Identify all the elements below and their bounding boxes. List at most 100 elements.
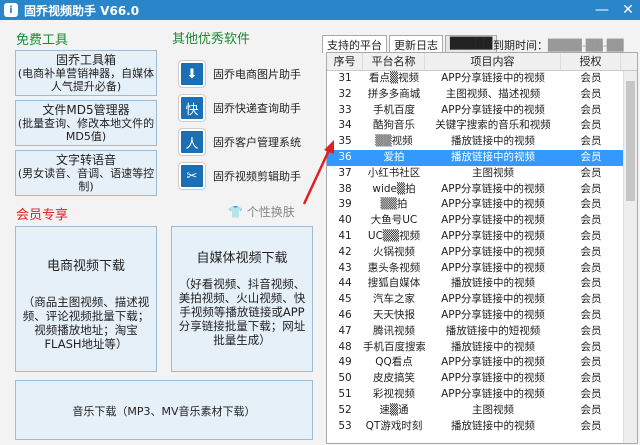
cell-content: 播放链接中的视频: [451, 135, 535, 148]
header-auth[interactable]: 授权: [561, 53, 621, 70]
cell-index: 48: [338, 340, 352, 353]
header-platform[interactable]: 平台名称: [363, 53, 425, 70]
window-title: 固乔视频助手 V66.0: [24, 3, 140, 18]
cell-platform: UC▒▒视频: [367, 229, 421, 242]
table-row[interactable]: 44 搜狐自媒体 播放链接中的视频 会员: [327, 276, 637, 292]
table-row[interactable]: 32 拼多多商城 主图视频、描述视频 会员: [327, 87, 637, 103]
table-row[interactable]: 46 天天快报 APP分享链接中的视频 会员: [327, 308, 637, 324]
crm-label: 固乔客户管理系统: [213, 136, 301, 149]
red-arrow-icon: [302, 140, 334, 205]
title-bar: i 固乔视频助手 V66.0 — ✕: [0, 0, 640, 20]
cell-index: 41: [338, 229, 352, 242]
vip-title: 会员专享: [16, 208, 69, 223]
cell-platform: 酷狗音乐: [373, 119, 415, 132]
cell-content: 主图视频、描述视频: [445, 87, 541, 100]
cell-auth: 会员: [580, 229, 602, 242]
express-helper-label: 固乔快递查询助手: [213, 102, 301, 115]
cell-content: APP分享链接中的视频: [441, 72, 545, 84]
table-row[interactable]: 50 皮皮搞笑 APP分享链接中的视频 会员: [327, 371, 637, 387]
table-row[interactable]: 35 ▒▒视频 播放链接中的视频 会员: [327, 134, 637, 150]
cell-platform: 皮皮搞笑: [373, 372, 415, 385]
cell-index: 53: [338, 419, 352, 432]
tab-platforms[interactable]: 支持的平台: [322, 35, 387, 53]
cell-content: 播放链接中的视频: [451, 150, 535, 163]
cell-content: 播放链接中的视频: [451, 419, 535, 432]
tts-desc: (男女读音、音调、语速等控制): [17, 166, 155, 193]
cell-content: 主图视频: [472, 403, 514, 416]
cell-content: APP分享链接中的视频: [441, 356, 545, 369]
crm-item[interactable]: 人 固乔客户管理系统: [171, 125, 308, 159]
cell-platform: 惠头条视频: [367, 261, 421, 274]
table-row[interactable]: 49 QQ看点 APP分享链接中的视频 会员: [327, 355, 637, 371]
cell-index: 51: [338, 387, 352, 400]
table-row[interactable]: 37 小红书社区 主图视频 会员: [327, 166, 637, 182]
table-row[interactable]: 47 腾讯视频 播放链接中的短视频 会员: [327, 324, 637, 340]
platform-table: 序号 平台名称 项目内容 授权 31 看点▒视频 APP分享链接中的视频 会员 32 拼多…: [326, 52, 638, 444]
cell-platform: 腾讯视频: [373, 324, 415, 337]
music-download-button[interactable]: 音乐下载（MP3、MV音乐素材下载）: [15, 380, 313, 440]
tts-button[interactable]: 文字转语音 (男女读音、音调、语速等控制): [15, 150, 157, 196]
cell-index: 49: [338, 356, 352, 369]
cell-auth: 会员: [580, 214, 602, 227]
scroll-thumb[interactable]: [626, 81, 635, 201]
cell-content: APP分享链接中的视频: [441, 103, 545, 116]
tab-third[interactable]: █████: [445, 35, 498, 53]
skin-label: 个性换肤: [246, 205, 295, 219]
expiry-value: ████-██-██: [548, 39, 624, 52]
cell-index: 45: [338, 293, 352, 306]
close-icon[interactable]: ✕: [620, 2, 636, 18]
table-row[interactable]: 42 火锅视频 APP分享链接中的视频 会员: [327, 245, 637, 261]
table-row[interactable]: 33 手机百度 APP分享链接中的视频 会员: [327, 103, 637, 119]
cell-auth: 会员: [580, 340, 602, 353]
main-panel: 免费工具 固乔工具箱 (电商补单营销神器，自媒体人气提升必备) 文件MD5管理器…: [0, 20, 640, 445]
table-row[interactable]: 51 彩视视频 APP分享链接中的视频 会员: [327, 387, 637, 403]
cell-auth: 会员: [580, 372, 602, 385]
table-row[interactable]: 53 QT游戏时刻 播放链接中的视频 会员: [327, 419, 637, 435]
table-row[interactable]: 36 爱拍 播放链接中的视频 会员: [327, 149, 637, 166]
md5-manager-button[interactable]: 文件MD5管理器 (批量查询、修改本地文件的MD5值): [15, 100, 157, 146]
cell-index: 34: [338, 119, 352, 132]
cell-index: 43: [338, 261, 352, 274]
header-content[interactable]: 项目内容: [425, 53, 561, 70]
table-row[interactable]: 40 大鱼号UC APP分享链接中的视频 会员: [327, 213, 637, 229]
image-helper-item[interactable]: ⬇ 固乔电商图片助手: [171, 57, 308, 91]
table-row[interactable]: 41 UC▒▒视频 APP分享链接中的视频 会员: [327, 229, 637, 245]
table-row[interactable]: 38 wide▒拍 APP分享链接中的视频 会员: [327, 182, 637, 198]
cell-content: 播放链接中的短视频: [445, 324, 541, 337]
cell-auth: 会员: [580, 387, 602, 400]
toolbox-button[interactable]: 固乔工具箱 (电商补单营销神器，自媒体人气提升必备): [15, 50, 157, 96]
cell-auth: 会员: [580, 261, 602, 274]
table-row[interactable]: 45 汽车之家 APP分享链接中的视频 会员: [327, 292, 637, 308]
table-row[interactable]: 34 酷狗音乐 关键字搜索的音乐和视频 会员: [327, 118, 637, 134]
media-video-download-button[interactable]: 自媒体视频下载 （好看视频、抖音视频、美拍视频、火山视频、快手视频等播放链接或A…: [171, 226, 313, 372]
video-editor-label: 固乔视频剪辑助手: [213, 170, 301, 183]
free-tools-title: 免费工具: [16, 33, 69, 48]
table-row[interactable]: 43 惠头条视频 APP分享链接中的视频 会员: [327, 261, 637, 277]
table-row[interactable]: 39 ▒▒拍 APP分享链接中的视频 会员: [327, 197, 637, 213]
cell-platform: 搜狐自媒体: [367, 277, 421, 290]
shirt-icon: 👕: [228, 205, 243, 219]
table-scrollbar[interactable]: [623, 71, 637, 443]
toolbox-label: 固乔工具箱: [55, 52, 116, 67]
cell-auth: 会员: [580, 324, 602, 337]
header-index[interactable]: 序号: [327, 53, 363, 70]
cell-platform: 手机百度搜索: [363, 340, 425, 353]
table-row[interactable]: 48 手机百度搜索 播放链接中的视频 会员: [327, 340, 637, 356]
express-helper-item[interactable]: 快 固乔快递查询助手: [171, 91, 308, 125]
md5-desc: (批量查询、修改本地文件的MD5值): [17, 116, 155, 143]
table-row[interactable]: 52 速▒通 主图视频 会员: [327, 403, 637, 419]
cell-content: APP分享链接中的视频: [441, 387, 545, 400]
media-video-desc: （好看视频、抖音视频、美拍视频、火山视频、快手视频等播放链接或APP分享链接批量…: [178, 277, 306, 347]
minimize-icon[interactable]: —: [594, 2, 610, 18]
cell-platform: 火锅视频: [373, 245, 415, 258]
cell-platform: ▒▒拍: [380, 198, 408, 211]
video-editor-item[interactable]: ✂ 固乔视频剪辑助手: [171, 159, 308, 193]
cell-content: APP分享链接中的视频: [441, 182, 545, 195]
cell-auth: 会员: [580, 403, 602, 416]
skin-button[interactable]: 👕 个性换肤: [228, 203, 295, 220]
table-row[interactable]: 31 看点▒视频 APP分享链接中的视频 会员: [327, 71, 637, 87]
ecom-video-download-button[interactable]: 电商视频下载 （商品主图视频、描述视频、评论视频批量下载；视频播放地址；淘宝FL…: [15, 226, 157, 372]
tab-changelog[interactable]: 更新日志: [389, 35, 443, 53]
cell-content: APP分享链接中的视频: [441, 214, 545, 227]
express-icon: 快: [179, 95, 205, 121]
